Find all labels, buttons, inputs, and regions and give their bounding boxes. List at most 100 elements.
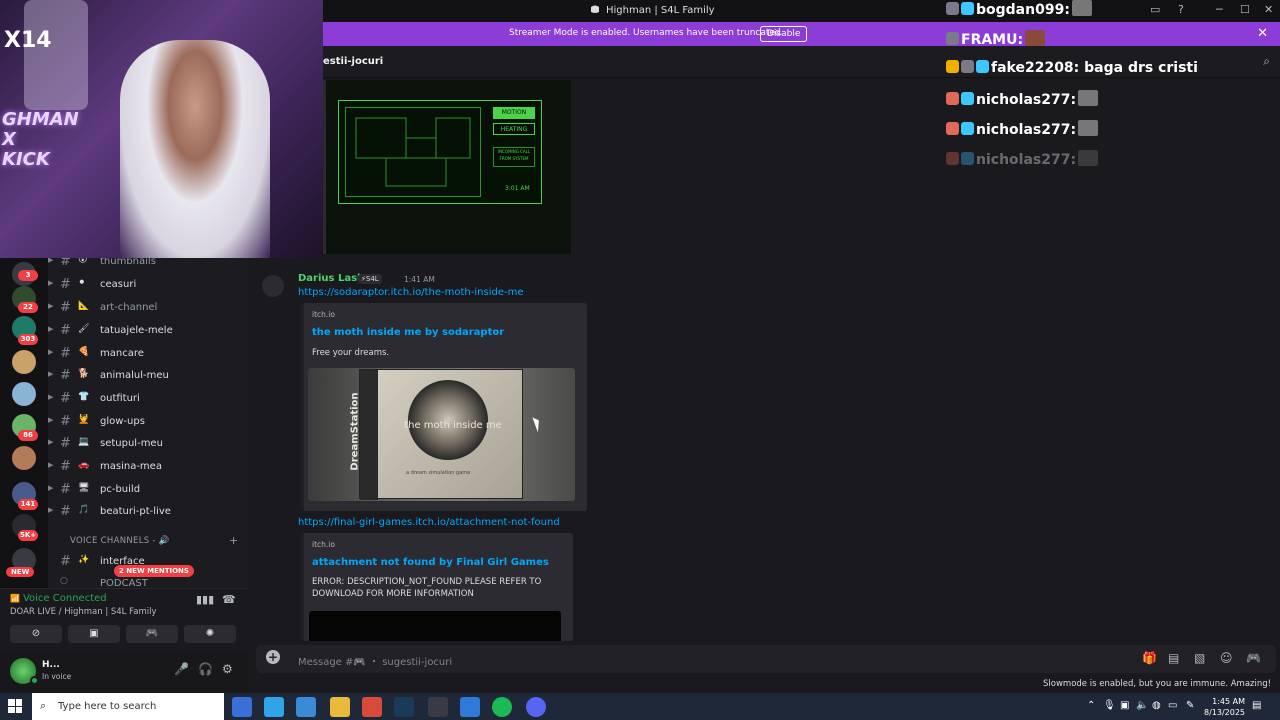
discord-icon[interactable] <box>526 697 546 717</box>
author-avatar[interactable] <box>262 275 284 297</box>
channel-item[interactable]: ▶ # 🖥 pc-build <box>48 480 248 500</box>
cube-badge-icon <box>961 2 974 15</box>
window-title: Highman | S4L Family <box>590 4 715 16</box>
gif-icon[interactable]: ▤ <box>1168 651 1179 665</box>
channel-item[interactable]: ▶ # 🎵 beaturi-pt-live <box>48 502 248 522</box>
notifications-icon[interactable]: ▤ <box>1252 700 1261 711</box>
game-screenshot: MOTION HEATING INCOMING CALL FROM SYSTEM… <box>338 100 542 204</box>
windows-start-icon[interactable] <box>8 699 22 713</box>
taskbar-search[interactable]: ⌕ Type here to search <box>32 693 224 720</box>
message-author[interactable]: Darius Laslo <box>298 273 367 284</box>
emoji-icon[interactable]: ☺ <box>1220 651 1233 665</box>
channel-item[interactable]: ▶ # 🚗 masina-mea <box>48 457 248 477</box>
username[interactable]: H... <box>42 660 60 670</box>
server-icon[interactable] <box>12 350 36 374</box>
server-tag[interactable]: ⚡S4L <box>358 274 382 284</box>
message-composer[interactable]: + Message #🎮 ・ sugestii-jocuri 🎁 ▤ ▧ ☺ 🎮 <box>256 645 1276 673</box>
message-link[interactable]: https://sodaraptor.itch.io/the-moth-insi… <box>298 287 523 298</box>
taskbar-search-input[interactable]: Type here to search <box>58 701 156 712</box>
steam-icon[interactable] <box>394 697 414 717</box>
spotify-icon[interactable] <box>492 697 512 717</box>
new-mentions-pill[interactable]: 2 NEW MENTIONS <box>114 565 194 577</box>
headphones-icon[interactable]: 🎧 <box>198 662 213 676</box>
channel-item[interactable]: ▶ # 👕 outfituri <box>48 389 248 409</box>
server-rail: 3 22 303 86 141 5K+ <box>0 258 48 588</box>
screen: Highman | S4L Family ▭ ? ─ ☐ ✕ Streamer … <box>0 0 1280 720</box>
microphone-icon[interactable]: 🎤 <box>174 662 189 676</box>
tray-app-icon[interactable]: ◍ <box>1152 700 1161 711</box>
voice-channels-header[interactable]: VOICE CHANNELS - 🔊 <box>70 536 170 546</box>
heating-label: HEATING <box>493 123 535 135</box>
unread-badge: 86 <box>18 430 38 441</box>
tray-app-icon[interactable]: ▣ <box>1120 700 1129 711</box>
add-channel-icon[interactable]: + <box>229 534 238 547</box>
new-pill[interactable]: NEW <box>6 567 35 577</box>
camera-off-button[interactable]: ⊘ <box>10 625 62 643</box>
noise-suppression-icon[interactable]: ▮▮▮ <box>196 593 214 606</box>
embed-title[interactable]: the moth inside me by sodaraptor <box>312 327 504 338</box>
attach-plus-icon[interactable]: + <box>266 650 280 664</box>
screen-share-button[interactable]: ▣ <box>68 625 120 643</box>
volume-icon[interactable]: 🔈 <box>1136 700 1148 711</box>
channel-item[interactable]: ▶ # 🍕 mancare <box>48 344 248 364</box>
unread-badge: 22 <box>18 302 38 313</box>
voice-room[interactable]: DOAR LIVE / Highman | S4L Family <box>10 607 156 617</box>
unread-badge: 5K+ <box>18 530 39 541</box>
embed-title[interactable]: attachment not found by Final Girl Games <box>312 557 549 568</box>
file-explorer-icon[interactable] <box>330 697 350 717</box>
channel-name: estii-jocuri <box>323 56 384 67</box>
settings-gear-icon[interactable]: ⚙ <box>222 662 233 676</box>
app-icon[interactable] <box>460 697 480 717</box>
embed-provider[interactable]: itch.io <box>312 540 335 549</box>
apps-icon[interactable]: 🎮 <box>1246 651 1261 665</box>
channel-item[interactable]: ▶ # ⚫ ceasuri <box>48 275 248 295</box>
game-cover-art: DreamStation the moth inside me a dream … <box>350 369 523 500</box>
unread-badge: 303 <box>18 334 38 345</box>
soundboard-button[interactable]: ✺ <box>184 625 236 643</box>
message-link-2[interactable]: https://final-girl-games.itch.io/attachm… <box>298 517 560 528</box>
cube-badge-icon <box>976 60 989 73</box>
channel-item[interactable]: ▶ # 🐕 animalul-meu <box>48 366 248 386</box>
badge-icon <box>946 92 959 105</box>
activity-button[interactable]: 🎮 <box>126 625 178 643</box>
stream-logo: X14 <box>4 28 52 53</box>
tray-mic-icon[interactable]: 🎙 <box>1103 700 1116 711</box>
channel-item[interactable]: ▶ # 💻 setupul-meu <box>48 434 248 454</box>
embed-description: Free your dreams. <box>312 348 390 358</box>
channel-item[interactable]: ▶ # 📐 art-channel <box>48 298 248 318</box>
crown-icon <box>946 60 959 73</box>
app-icon[interactable] <box>428 697 448 717</box>
app-icon[interactable] <box>362 697 382 717</box>
avatar <box>1071 0 1092 16</box>
channel-item[interactable]: ▶ # 😲 thumbnails <box>48 258 248 272</box>
tray-chevron-icon[interactable]: ⌃ <box>1087 700 1095 711</box>
badge-icon <box>946 122 959 135</box>
app-icon[interactable] <box>264 697 284 717</box>
disconnect-icon[interactable]: ☎ <box>222 593 236 606</box>
embed-provider[interactable]: itch.io <box>312 310 335 319</box>
cover-spine: DreamStation <box>350 370 378 500</box>
floor-plan <box>345 107 481 197</box>
network-icon[interactable]: ▭ <box>1168 700 1177 711</box>
tray-app-icon[interactable]: ✎ <box>1186 700 1194 711</box>
disable-streamer-mode-button[interactable]: Disable <box>760 26 808 42</box>
slowmode-notice: Slowmode is enabled, but you are immune.… <box>1043 679 1272 689</box>
server-icon[interactable] <box>12 382 36 406</box>
channel-item[interactable]: ▶ # 🖌 tatuajele-mele <box>48 321 248 341</box>
voice-status[interactable]: 📶 Voice Connected <box>10 593 107 604</box>
sticker-icon[interactable]: ▧ <box>1194 651 1205 665</box>
badge-icon <box>961 60 974 73</box>
app-icon[interactable] <box>296 697 316 717</box>
monitor-time: 3:01 AM <box>505 185 530 192</box>
map-lines <box>355 117 471 187</box>
embed-image-2[interactable] <box>309 611 561 641</box>
task-view-icon[interactable] <box>232 697 252 717</box>
avatar <box>1078 150 1099 166</box>
channel-item[interactable]: ▶ # 💆 glow-ups <box>48 412 248 432</box>
unread-badge: 141 <box>18 499 38 510</box>
server-icon[interactable] <box>12 446 36 470</box>
cover-title: the moth inside me <box>404 420 502 431</box>
taskbar-clock[interactable]: 1:45 AM 8/13/2025 <box>1204 696 1245 718</box>
message-input[interactable]: Message #🎮 ・ sugestii-jocuri <box>298 653 452 668</box>
gift-icon[interactable]: 🎁 <box>1142 651 1157 665</box>
